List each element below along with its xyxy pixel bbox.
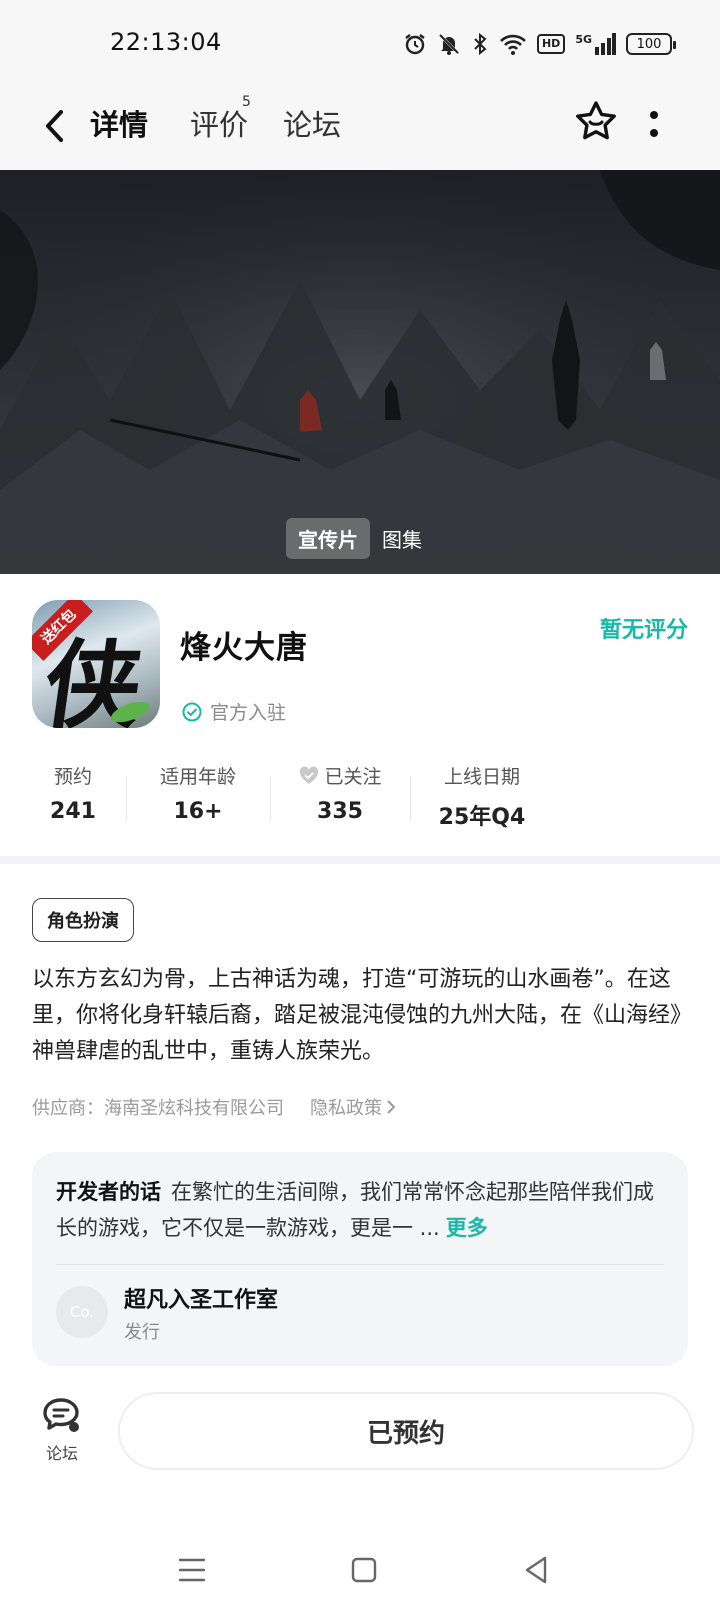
tab-reviews[interactable]: 评价 [190,102,248,144]
stat-value: 16+ [173,799,223,824]
tab-forum-label: 论坛 [283,108,342,142]
official-verified-badge: 官方入驻 [182,698,286,725]
chevron-right-icon [387,1100,396,1114]
tab-details[interactable]: 详情 [88,102,151,150]
stat-release-date: 上线日期 25年Q4 [430,762,534,831]
tab-reviews-label: 评价 [190,108,249,142]
tab-forum[interactable]: 论坛 [283,102,341,144]
mute-icon [437,32,461,56]
privacy-policy-link[interactable]: 隐私政策 [310,1094,396,1120]
more-options-button[interactable] [646,106,662,142]
developer-note-card[interactable]: 开发者的话 在繁忙的生活间隙，我们常常怀念起那些陪伴我们成长的游戏，它不仅是一款游… [32,1152,688,1366]
wifi-icon [499,32,527,56]
menu-icon [178,1558,206,1582]
game-stats: 预约 241 适用年龄 16+ 已关注 335 上线日期 25年Q4 [0,762,720,852]
verified-label: 官方入驻 [210,702,287,724]
back-nav-button[interactable] [516,1550,556,1590]
tab-details-label: 详情 [90,108,149,142]
game-description: 以东方玄幻为骨，上古神话为魂，打造“可游玩的山水画卷”。在这里，你将化身轩辕后裔… [32,967,693,1064]
publisher-meta: 供应商：海南圣炫科技有限公司 隐私政策 [32,1094,396,1120]
more-dot-icon [650,129,658,137]
privacy-policy-label: 隐私政策 [310,1098,382,1119]
status-bar: 22:13:04 HD 5G 100 [0,0,720,84]
stat-reservations: 预约 241 [40,762,106,824]
more-dot-icon [650,111,658,119]
banner-tab-gallery[interactable]: 图集 [370,518,434,559]
studio-role: 发行 [124,1322,160,1343]
status-time: 22:13:04 [110,28,222,56]
game-app-icon: 侠 送红包 [32,600,160,728]
forum-shortcut-label: 论坛 [45,1444,78,1463]
top-nav: 详情 评价 5 论坛 [0,84,720,170]
chevron-left-icon [46,110,63,142]
alarm-icon [403,32,427,56]
chat-bubble-icon [43,1398,79,1432]
stat-label: 上线日期 [443,766,520,788]
home-nav-button[interactable] [344,1550,384,1590]
followers-label: 已关注 [324,766,382,788]
banner-tab-trailer[interactable]: 宣传片 [286,518,370,559]
supplier-text: 供应商：海南圣炫科技有限公司 [32,1098,284,1119]
stat-label: 适用年龄 [159,766,236,788]
heart-check-icon [300,766,319,784]
stat-followers[interactable]: 已关注 335 [292,762,388,824]
stat-value: 335 [317,799,363,824]
rating-status: 暂无评分 [599,618,688,643]
star-icon [576,101,616,140]
stat-label: 预约 [53,766,92,788]
check-circle-icon [182,702,202,721]
triangle-back-icon [525,1556,547,1584]
hd-icon: HD [536,34,566,54]
stat-label: 已关注 [292,762,388,789]
promo-video-banner[interactable]: 宣传片 图集 [0,170,720,574]
genre-tag[interactable]: 角色扮演 [32,898,134,942]
status-icons: HD 5G 100 [403,30,676,58]
back-button[interactable] [36,104,72,148]
menu-nav-button[interactable] [172,1550,212,1590]
game-title: 烽火大唐 [180,630,308,666]
review-count-badge: 5 [242,94,251,110]
stat-age-rating: 适用年龄 16+ [150,762,246,824]
stat-value: 241 [50,799,96,824]
reserved-button[interactable]: 已预约 [118,1392,694,1470]
signal-icon: 5G [575,33,616,55]
bluetooth-icon [471,32,489,56]
square-home-icon [351,1557,377,1583]
developer-note-label: 开发者的话 [56,1180,161,1204]
stat-value: 25年Q4 [438,805,526,830]
forum-shortcut-button[interactable]: 论坛 [38,1396,86,1466]
studio-name[interactable]: 超凡入圣工作室 [124,1282,278,1314]
stat-divider [410,776,411,820]
developer-note: 开发者的话 在繁忙的生活间隙，我们常常怀念起那些陪伴我们成长的游戏，它不仅是一款游… [56,1174,664,1246]
system-nav-bar [0,1530,720,1608]
card-divider [56,1264,664,1265]
section-divider [0,856,720,864]
studio-avatar[interactable]: Co. [56,1286,108,1338]
network-type: 5G [575,33,592,46]
favorite-button[interactable] [572,98,620,146]
stat-divider [270,776,271,820]
stat-divider [126,776,127,820]
developer-note-more-link[interactable]: 更多 [446,1216,488,1240]
banner-artwork [0,170,720,574]
battery-icon: 100 [626,33,676,55]
banner-media-tabs: 宣传片 图集 [286,518,434,559]
